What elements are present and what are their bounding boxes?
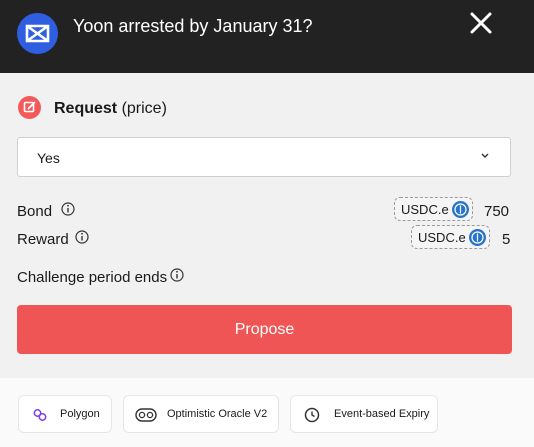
edit-icon (18, 96, 41, 119)
answer-select[interactable]: Yes (17, 137, 511, 177)
request-label: Request (54, 100, 118, 117)
oracle-icon (135, 408, 157, 422)
usdc-icon (452, 201, 469, 218)
propose-button[interactable]: Propose (17, 305, 512, 354)
bond-amount: 750 (484, 203, 510, 220)
request-heading: Request (price) (54, 99, 167, 119)
bond-token-badge: USDC.e (394, 197, 473, 221)
uma-logo-icon (17, 13, 58, 54)
clock-icon (304, 407, 320, 423)
reward-token-name: USDC.e (418, 230, 466, 245)
reward-info-icon[interactable] (75, 230, 89, 244)
close-icon[interactable] (467, 9, 495, 37)
usdc-icon (469, 229, 486, 246)
request-panel: Request (price) Yes Bond USDC.e 750 Rewa… (0, 73, 534, 378)
bond-label: Bond (17, 203, 53, 220)
chevron-down-icon (481, 153, 489, 158)
chip-polygon-label: Polygon (60, 408, 100, 420)
chip-expiry-label: Event-based Expiry (334, 408, 430, 420)
chip-polygon[interactable]: Polygon (18, 395, 112, 433)
polygon-icon (33, 409, 47, 421)
chip-expiry[interactable]: Event-based Expiry (290, 395, 438, 433)
answer-select-value: Yes (37, 150, 60, 166)
market-title: Yoon arrested by January 31? (73, 16, 313, 36)
bond-info-icon[interactable] (61, 202, 75, 216)
market-info-footer: Polygon Optimistic Oracle V2 Event-based… (0, 378, 534, 447)
chip-optimistic-oracle[interactable]: Optimistic Oracle V2 (123, 395, 279, 433)
modal-header: Yoon arrested by January 31? (0, 0, 534, 73)
reward-token-badge: USDC.e (411, 225, 490, 249)
chip-optimistic-oracle-label: Optimistic Oracle V2 (167, 408, 268, 420)
bond-token-name: USDC.e (401, 202, 449, 217)
request-type: (price) (117, 100, 167, 117)
reward-label: Reward (17, 231, 69, 248)
challenge-period-label: Challenge period ends (17, 269, 168, 286)
propose-button-label: Propose (234, 321, 295, 338)
reward-amount: 5 (502, 231, 511, 248)
challenge-info-icon[interactable] (170, 268, 184, 282)
